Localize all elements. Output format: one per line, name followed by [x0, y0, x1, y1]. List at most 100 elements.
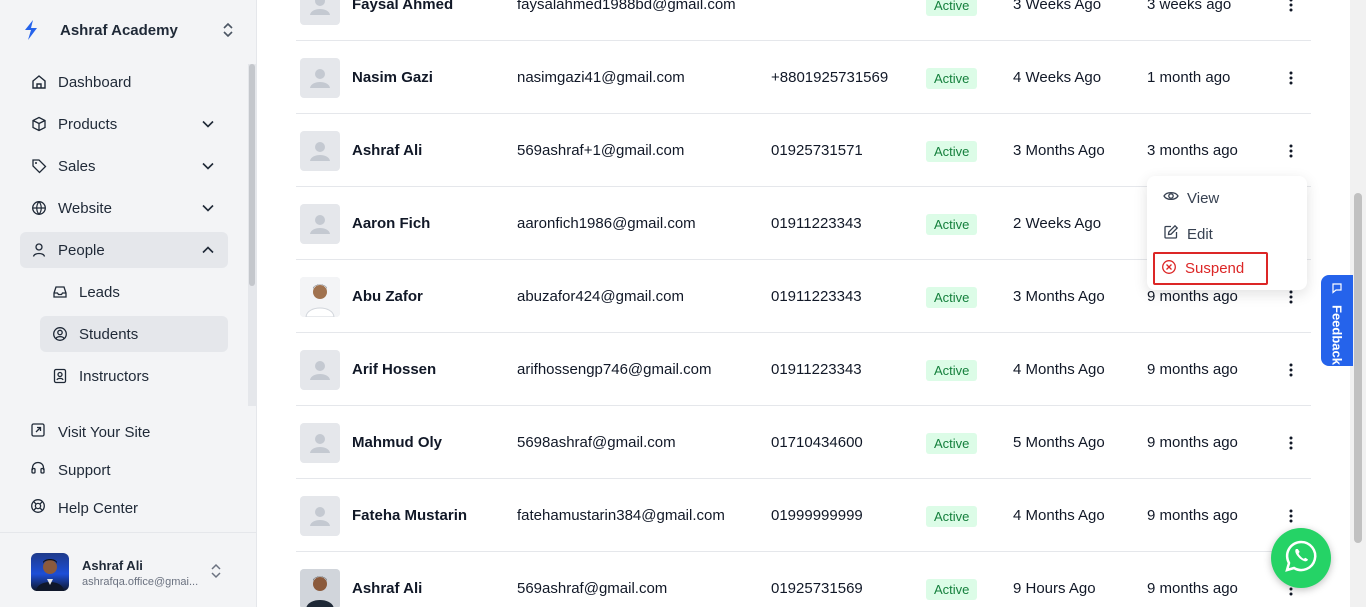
more-vertical-icon[interactable] [1281, 359, 1301, 381]
account-menu[interactable]: Ashraf Ali ashrafqa.office@gmai... [0, 532, 256, 607]
tag-icon [30, 157, 48, 175]
student-email: 569ashraf@gmail.com [517, 580, 668, 597]
avatar [300, 350, 340, 390]
student-phone: 01911223343 [771, 288, 862, 305]
student-name[interactable]: Mahmud Oly [352, 434, 442, 451]
joined-date: 5 Months Ago [1013, 434, 1105, 451]
joined-date: 3 Months Ago [1013, 142, 1105, 159]
status-badge: Active [926, 506, 978, 527]
sidebar-item-sales[interactable]: Sales [20, 148, 228, 184]
page-scroll-thumb[interactable] [1354, 193, 1362, 543]
joined-date: 3 Weeks Ago [1013, 0, 1102, 13]
sidebar-item-website[interactable]: Website [20, 190, 228, 226]
edit-menu-item[interactable]: Edit [1155, 219, 1299, 249]
sidebar-item-instructors[interactable]: Instructors [40, 358, 228, 394]
student-email: 569ashraf+1@gmail.com [517, 142, 685, 159]
chevron-down-icon [200, 200, 216, 216]
sidebar-item-label: People [58, 241, 105, 259]
sidebar-item-products[interactable]: Products [20, 106, 228, 142]
table-row[interactable]: Mahmud Oly 5698ashraf@gmail.com 0171043460… [296, 406, 1311, 479]
workspace-name: Ashraf Academy [60, 21, 178, 39]
chevron-up-down-icon [220, 22, 236, 38]
joined-date: 4 Weeks Ago [1013, 69, 1102, 86]
more-vertical-icon[interactable] [1281, 67, 1301, 89]
student-email: arifhossengp746@gmail.com [517, 361, 712, 378]
more-vertical-icon[interactable] [1281, 0, 1301, 16]
sidebar-item-people[interactable]: People [20, 232, 228, 268]
student-email: nasimgazi41@gmail.com [517, 69, 685, 86]
more-vertical-icon[interactable] [1281, 432, 1301, 454]
feedback-tab[interactable]: Feedback [1321, 275, 1353, 366]
student-name[interactable]: Faysal Ahmed [352, 0, 453, 13]
status-badge: Active [926, 68, 978, 89]
student-phone: 01911223343 [771, 215, 862, 232]
student-email: 5698ashraf@gmail.com [517, 434, 676, 451]
table-row[interactable]: Ashraf Ali 569ashraf@gmail.com 01925731569… [296, 552, 1311, 607]
user-name: Ashraf Ali [82, 558, 143, 573]
student-name[interactable]: Arif Hossen [352, 361, 436, 378]
support-link[interactable]: Support [30, 459, 111, 481]
last-active: 9 months ago [1147, 288, 1238, 305]
student-email: faysalahmed1988bd@gmail.com [517, 0, 736, 13]
student-phone: 01925731569 [771, 580, 863, 597]
sidebar-item-label: Leads [79, 283, 120, 301]
chevron-up-down-icon [210, 563, 226, 579]
last-active: 3 months ago [1147, 142, 1238, 159]
last-active: 9 months ago [1147, 507, 1238, 524]
workspace-switcher[interactable]: Ashraf Academy [20, 14, 236, 46]
sidebar-item-label: Students [79, 325, 139, 343]
students-table: Faysal Ahmed faysalahmed1988bd@gmail.com A… [257, 0, 1350, 607]
sidebar-item-label: Website [58, 199, 112, 217]
table-row[interactable]: Fateha Mustarin fatehamustarin384@gmail.c… [296, 479, 1311, 552]
view-label: View [1187, 189, 1220, 207]
sidebar-scroll-thumb[interactable] [249, 64, 255, 286]
eye-icon [1163, 188, 1179, 208]
last-active: 9 months ago [1147, 361, 1238, 378]
chat-bubble-icon [1331, 281, 1343, 299]
more-vertical-icon[interactable] [1281, 505, 1301, 527]
globe-icon [30, 199, 48, 217]
joined-date: 3 Months Ago [1013, 288, 1105, 305]
view-menu-item[interactable]: View [1155, 183, 1299, 213]
student-name[interactable]: Aaron Fich [352, 215, 430, 232]
avatar [300, 496, 340, 536]
joined-date: 4 Months Ago [1013, 507, 1105, 524]
whatsapp-chat-button[interactable] [1271, 528, 1331, 588]
student-name[interactable]: Ashraf Ali [352, 142, 422, 159]
status-badge: Active [926, 287, 978, 308]
student-email: abuzafor424@gmail.com [517, 288, 684, 305]
student-phone: 01999999999 [771, 507, 863, 524]
joined-date: 9 Hours Ago [1013, 580, 1096, 597]
user-icon [30, 241, 48, 259]
avatar [300, 58, 340, 98]
avatar [300, 423, 340, 463]
last-active: 9 months ago [1147, 434, 1238, 451]
status-badge: Active [926, 214, 978, 235]
sidebar-item-leads[interactable]: Leads [40, 274, 228, 310]
help-center-link[interactable]: Help Center [30, 497, 138, 519]
id-badge-icon [51, 367, 69, 385]
sidebar-item-dashboard[interactable]: Dashboard [20, 64, 228, 100]
whatsapp-icon [1284, 539, 1318, 578]
table-row[interactable]: Faysal Ahmed faysalahmed1988bd@gmail.com A… [296, 0, 1311, 41]
avatar [300, 204, 340, 244]
table-row[interactable]: Nasim Gazi nasimgazi41@gmail.com +88019257… [296, 41, 1311, 114]
suspend-menu-item[interactable]: Suspend [1153, 252, 1268, 285]
more-vertical-icon[interactable] [1281, 140, 1301, 162]
student-name[interactable]: Nasim Gazi [352, 69, 433, 86]
student-email: aaronfich1986@gmail.com [517, 215, 696, 232]
student-phone: 01925731571 [771, 142, 863, 159]
visit-site-link[interactable]: Visit Your Site [30, 421, 150, 443]
avatar [300, 131, 340, 171]
sidebar-item-students[interactable]: Students [40, 316, 228, 352]
chevron-up-icon [200, 242, 216, 258]
edit-label: Edit [1187, 225, 1213, 243]
student-name[interactable]: Ashraf Ali [352, 580, 422, 597]
student-name[interactable]: Abu Zafor [352, 288, 423, 305]
status-badge: Active [926, 0, 978, 16]
student-name[interactable]: Fateha Mustarin [352, 507, 467, 524]
row-actions-menu: View Edit Suspend [1147, 176, 1307, 290]
joined-date: 2 Weeks Ago [1013, 215, 1102, 232]
last-active: 1 month ago [1147, 69, 1231, 86]
table-row[interactable]: Arif Hossen arifhossengp746@gmail.com 0191… [296, 333, 1311, 406]
